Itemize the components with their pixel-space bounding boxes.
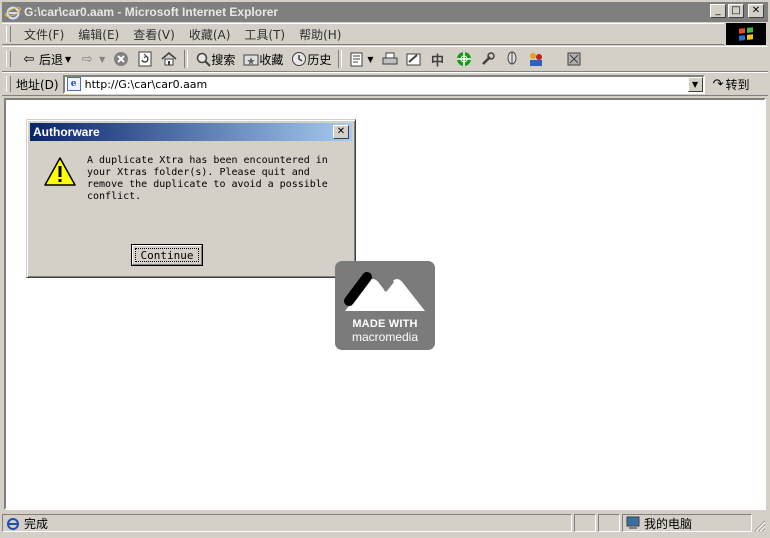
maximize-button[interactable]: □ bbox=[728, 4, 744, 18]
status-bar: 完成 我的电脑 bbox=[2, 512, 768, 534]
favorites-label: 收藏 bbox=[259, 52, 284, 67]
windows-logo bbox=[726, 23, 766, 45]
tools-button[interactable] bbox=[476, 48, 500, 70]
dialog-message: A duplicate Xtra has been encountered in… bbox=[87, 155, 328, 202]
favorites-folder-icon bbox=[243, 54, 259, 66]
menu-favorites[interactable]: 收藏(A) bbox=[182, 26, 238, 43]
discuss-button[interactable] bbox=[524, 48, 548, 70]
go-arrow-icon: ↷ bbox=[712, 76, 724, 92]
wrench-icon bbox=[481, 52, 495, 65]
authorware-dialog: Authorware ✕ A duplicate Xtra has been e… bbox=[26, 119, 356, 278]
status-pane-3 bbox=[598, 514, 620, 532]
green-globe-button[interactable] bbox=[452, 48, 476, 70]
extra-button[interactable] bbox=[562, 48, 586, 70]
square-icon bbox=[567, 52, 581, 66]
made-with-macromedia-logo: MADE WITH macromedia bbox=[335, 261, 435, 350]
address-url[interactable]: http://G:\car\car0.aam bbox=[85, 78, 208, 91]
back-label: 后退 bbox=[39, 52, 64, 67]
stop-icon bbox=[114, 52, 129, 66]
address-input[interactable]: e http://G:\car\car0.aam ▼ bbox=[62, 74, 705, 94]
ie-icon bbox=[5, 6, 21, 20]
toolbar-grip[interactable] bbox=[6, 51, 11, 67]
mail-button[interactable]: ▼ bbox=[345, 48, 377, 70]
home-icon bbox=[161, 52, 177, 66]
edit-icon bbox=[406, 53, 421, 66]
address-label: 地址(D) bbox=[16, 77, 59, 92]
browser-window: G:\car\car0.aam - Microsoft Internet Exp… bbox=[0, 0, 770, 538]
search-icon bbox=[197, 52, 212, 67]
mail-dropdown-icon[interactable]: ▼ bbox=[367, 55, 373, 64]
window-title: G:\car\car0.aam - Microsoft Internet Exp… bbox=[24, 5, 279, 19]
go-label: 转到 bbox=[725, 77, 750, 92]
warning-icon bbox=[44, 157, 76, 186]
address-bar: 地址(D) e http://G:\car\car0.aam ▼ ↷ 转到 bbox=[2, 72, 768, 96]
status-pane-2 bbox=[574, 514, 596, 532]
go-button[interactable]: ↷ 转到 bbox=[713, 76, 750, 93]
minimize-button[interactable]: _ bbox=[710, 4, 726, 18]
menu-grip[interactable] bbox=[6, 26, 11, 42]
history-button[interactable]: 历史 bbox=[287, 48, 335, 70]
page-icon: e bbox=[66, 77, 81, 91]
menu-view[interactable]: 查看(V) bbox=[126, 26, 182, 43]
title-bar[interactable]: G:\car\car0.aam - Microsoft Internet Exp… bbox=[2, 2, 768, 22]
print-button[interactable] bbox=[378, 48, 402, 70]
search-label: 搜索 bbox=[211, 52, 236, 67]
close-button[interactable]: ✕ bbox=[748, 4, 764, 18]
forward-dropdown-icon[interactable]: ▼ bbox=[99, 55, 105, 64]
logo-line2: macromedia bbox=[351, 330, 419, 344]
edit-button[interactable] bbox=[402, 48, 426, 70]
stop-button[interactable] bbox=[109, 48, 133, 70]
history-icon bbox=[292, 52, 307, 66]
status-text: 完成 bbox=[24, 516, 49, 531]
status-zone-pane: 我的电脑 bbox=[622, 514, 752, 532]
menu-file[interactable]: 文件(F) bbox=[17, 26, 71, 43]
standard-toolbar: ⇦ 后退 ▼ ⇨ ▼ 搜索 收藏 历史 ▼ 中 bbox=[2, 46, 768, 72]
toolbar-separator bbox=[184, 50, 189, 68]
ime-zh-button[interactable]: 中 bbox=[426, 48, 452, 70]
resize-grip-icon[interactable] bbox=[754, 520, 766, 532]
print-icon bbox=[382, 52, 398, 65]
toolbar-separator bbox=[338, 50, 343, 68]
status-main-pane: 完成 bbox=[2, 514, 572, 532]
focus-rect bbox=[135, 248, 199, 262]
forward-button[interactable]: ⇨ ▼ bbox=[75, 48, 109, 70]
menu-edit[interactable]: 编辑(E) bbox=[71, 26, 126, 43]
zone-text: 我的电脑 bbox=[644, 516, 693, 531]
ime-zh-icon: 中 bbox=[431, 53, 445, 69]
back-arrow-icon: ⇦ bbox=[23, 51, 35, 67]
messenger-button[interactable] bbox=[500, 48, 524, 70]
address-grip[interactable] bbox=[6, 76, 11, 92]
macromedia-m-icon bbox=[344, 272, 425, 311]
menu-help[interactable]: 帮助(H) bbox=[292, 26, 348, 43]
history-label: 历史 bbox=[307, 52, 332, 67]
dialog-title-bar[interactable]: Authorware ✕ bbox=[30, 123, 352, 141]
green-globe-icon bbox=[456, 52, 471, 66]
messenger-icon bbox=[507, 51, 517, 65]
menu-bar: 文件(F) 编辑(E) 查看(V) 收藏(A) 工具(T) 帮助(H) bbox=[2, 23, 724, 45]
forward-arrow-icon: ⇨ bbox=[81, 51, 93, 67]
favorites-button[interactable]: 收藏 bbox=[239, 48, 287, 70]
logo-line1: MADE WITH bbox=[352, 318, 418, 330]
windows-flag-icon bbox=[739, 27, 753, 41]
ie-page-icon bbox=[7, 518, 19, 530]
refresh-icon bbox=[138, 51, 152, 67]
mail-icon bbox=[350, 52, 363, 67]
home-button[interactable] bbox=[157, 48, 181, 70]
menu-tools[interactable]: 工具(T) bbox=[237, 26, 292, 43]
refresh-button[interactable] bbox=[133, 48, 157, 70]
back-button[interactable]: ⇦ 后退 ▼ bbox=[17, 48, 75, 70]
my-computer-icon bbox=[626, 516, 640, 529]
dialog-close-button[interactable]: ✕ bbox=[333, 125, 349, 139]
continue-button[interactable]: Continue bbox=[131, 244, 203, 266]
address-dropdown-icon[interactable]: ▼ bbox=[687, 76, 703, 92]
dialog-title: Authorware bbox=[33, 125, 100, 139]
back-dropdown-icon[interactable]: ▼ bbox=[65, 55, 71, 64]
search-button[interactable]: 搜索 bbox=[191, 48, 239, 70]
people-icon bbox=[529, 53, 542, 66]
